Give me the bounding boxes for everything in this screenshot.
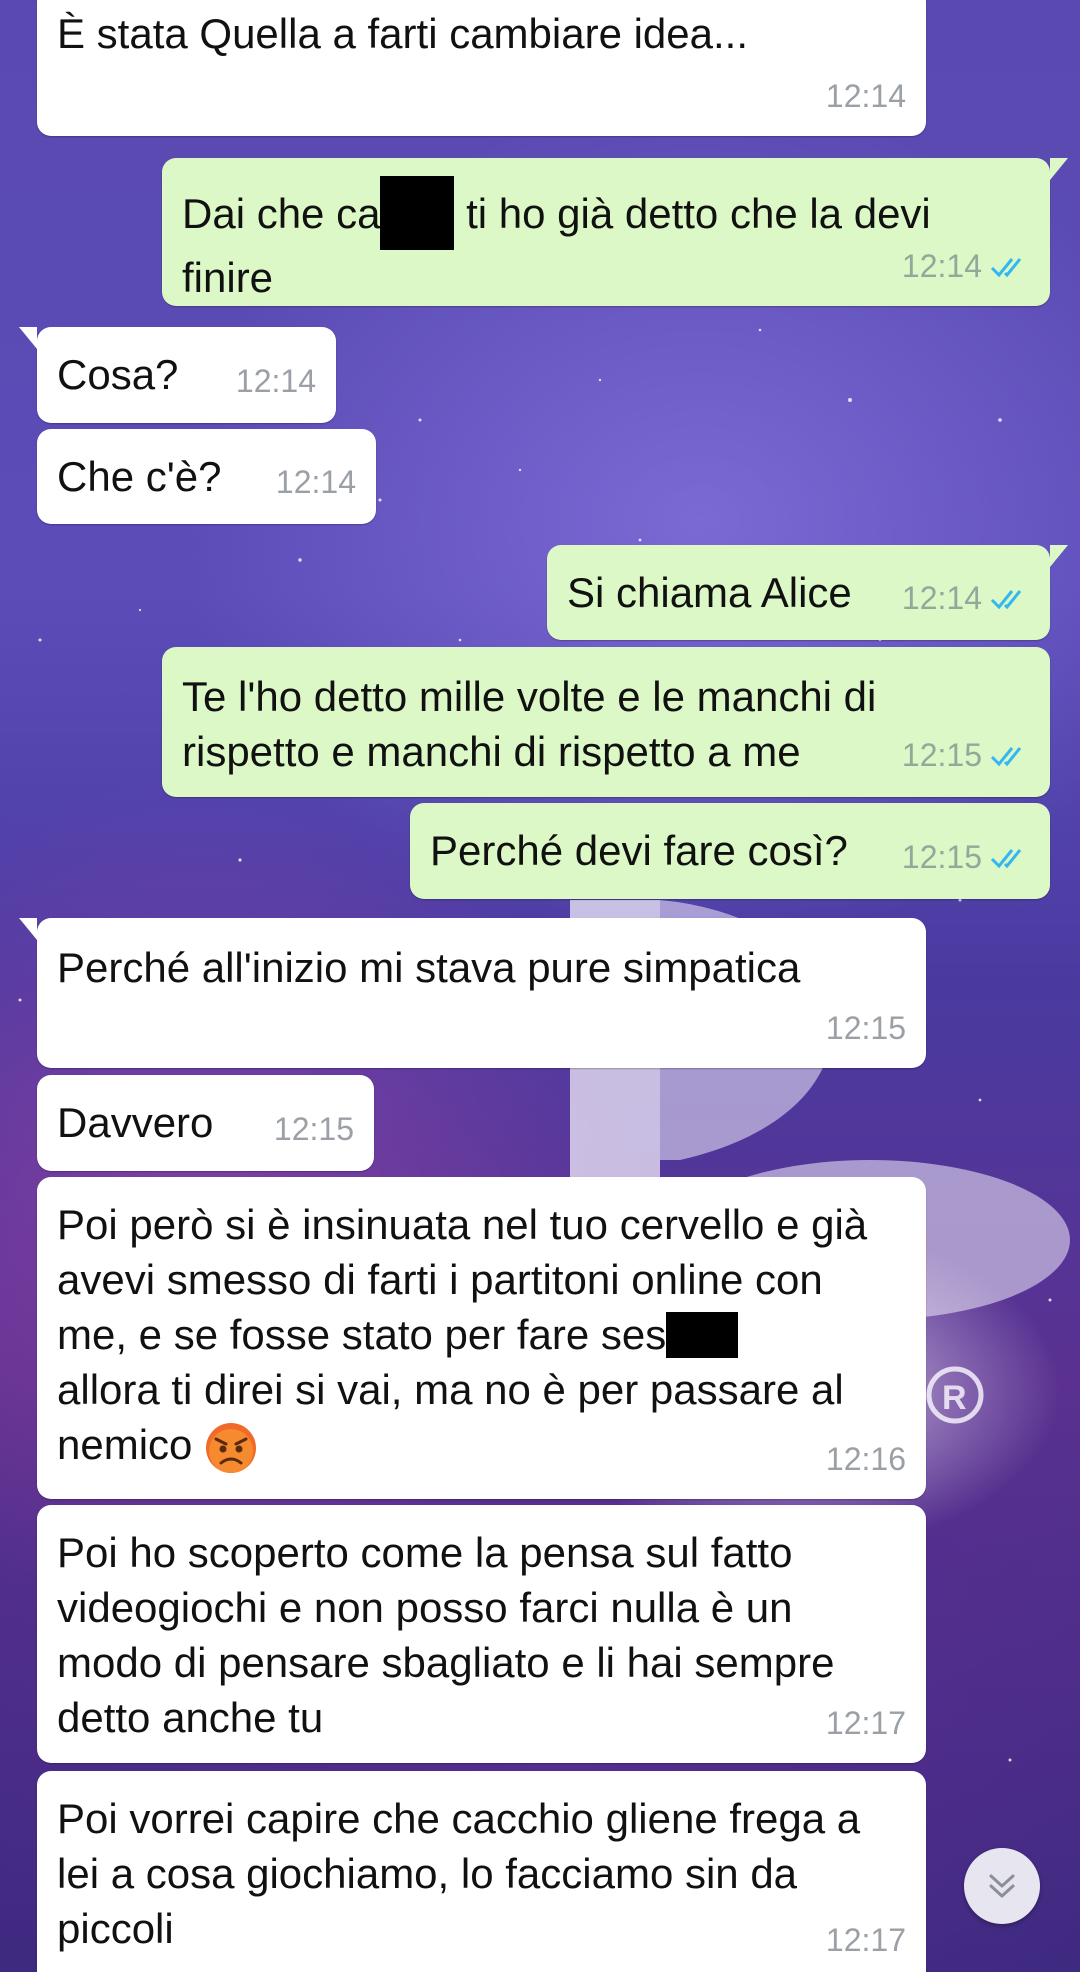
double-check-icon <box>990 589 1022 609</box>
message-time: 12:14 <box>275 464 356 500</box>
message-text: Poi ho scoperto come la pensa sul fatto … <box>57 1529 847 1741</box>
message-time: 12:15 <box>901 839 982 875</box>
message-time: 12:14 <box>235 363 316 399</box>
message-time: 12:16 <box>825 1441 906 1477</box>
scroll-to-bottom-button[interactable] <box>964 1848 1040 1924</box>
message-meta: 12:14 <box>236 354 316 409</box>
message-bubble-incoming[interactable]: Poi vorrei capire che cacchio gliene fre… <box>37 1771 926 1972</box>
message-meta: 12:17 <box>826 1696 906 1751</box>
redaction-box <box>666 1311 739 1358</box>
bubble-tail <box>1050 545 1068 567</box>
message-bubble-incoming[interactable]: È stata Quella a farti cambiare idea... … <box>37 0 926 136</box>
message-text: Poi però si è insinuata nel tuo cervello… <box>57 1185 906 1475</box>
message-text: Poi vorrei capire che cacchio gliene fre… <box>57 1795 872 1952</box>
message-text: È stata Quella a farti cambiare idea... <box>57 10 749 57</box>
message-bubble-outgoing[interactable]: Si chiama Alice 12:14 <box>547 545 1068 640</box>
message-time: 12:15 <box>825 1010 906 1046</box>
message-text-part: allora ti direi si vai, ma no è per pass… <box>57 1366 844 1468</box>
message-meta: 12:17 <box>826 1913 906 1968</box>
message-time: 12:15 <box>901 737 982 773</box>
message-meta: 12:14 <box>902 239 1030 294</box>
message-text-part: Poi però si è insinuata nel tuo cervello… <box>57 1201 879 1358</box>
message-meta: 12:15 <box>274 1102 354 1157</box>
bubble-tail <box>19 918 37 940</box>
message-meta: 12:15 <box>902 830 1030 885</box>
message-bubble-incoming[interactable]: Cosa? 12:14 <box>19 327 336 423</box>
message-bubble-incoming[interactable]: Perché all'inizio mi stava pure simpatic… <box>19 918 926 1068</box>
bubble-tail <box>1050 158 1068 180</box>
bubble-tail <box>19 327 37 349</box>
message-bubble-incoming[interactable]: Che c'è? 12:14 <box>37 429 376 524</box>
message-bubble-incoming[interactable]: Davvero 12:15 <box>37 1075 374 1171</box>
message-bubble-outgoing[interactable]: Te l'ho detto mille volte e le manchi di… <box>162 647 1050 797</box>
message-text: Perché all'inizio mi stava pure simpatic… <box>57 944 801 991</box>
message-meta: 12:16 <box>826 1432 906 1487</box>
message-time: 12:15 <box>273 1111 354 1147</box>
message-time: 12:14 <box>901 248 982 284</box>
message-meta: 12:14 <box>826 69 906 124</box>
double-check-icon <box>990 848 1022 868</box>
message-time: 12:14 <box>901 580 982 616</box>
message-time: 12:17 <box>825 1705 906 1741</box>
message-text-part: Dai che ca <box>182 190 381 238</box>
redaction-box <box>380 176 455 250</box>
double-chevron-down-icon <box>989 1874 1015 1898</box>
message-time: 12:17 <box>825 1922 906 1958</box>
message-bubble-outgoing[interactable]: Perché devi fare così? 12:15 <box>410 803 1050 899</box>
message-bubble-outgoing[interactable]: Dai che ca ti ho già detto che la devi f… <box>162 158 1068 306</box>
message-bubble-incoming[interactable]: Poi ho scoperto come la pensa sul fatto … <box>37 1505 926 1763</box>
svg-text:R: R <box>942 1379 967 1417</box>
message-meta: 12:14 <box>902 571 1030 626</box>
message-time: 12:14 <box>825 78 906 114</box>
angry-face-icon <box>206 1422 257 1473</box>
message-meta: 12:15 <box>826 1001 906 1056</box>
message-bubble-incoming[interactable]: Poi però si è insinuata nel tuo cervello… <box>37 1177 926 1499</box>
message-meta: 12:14 <box>276 455 356 510</box>
message-meta: 12:15 <box>902 728 1030 783</box>
double-check-icon <box>990 257 1022 277</box>
double-check-icon <box>990 746 1022 766</box>
